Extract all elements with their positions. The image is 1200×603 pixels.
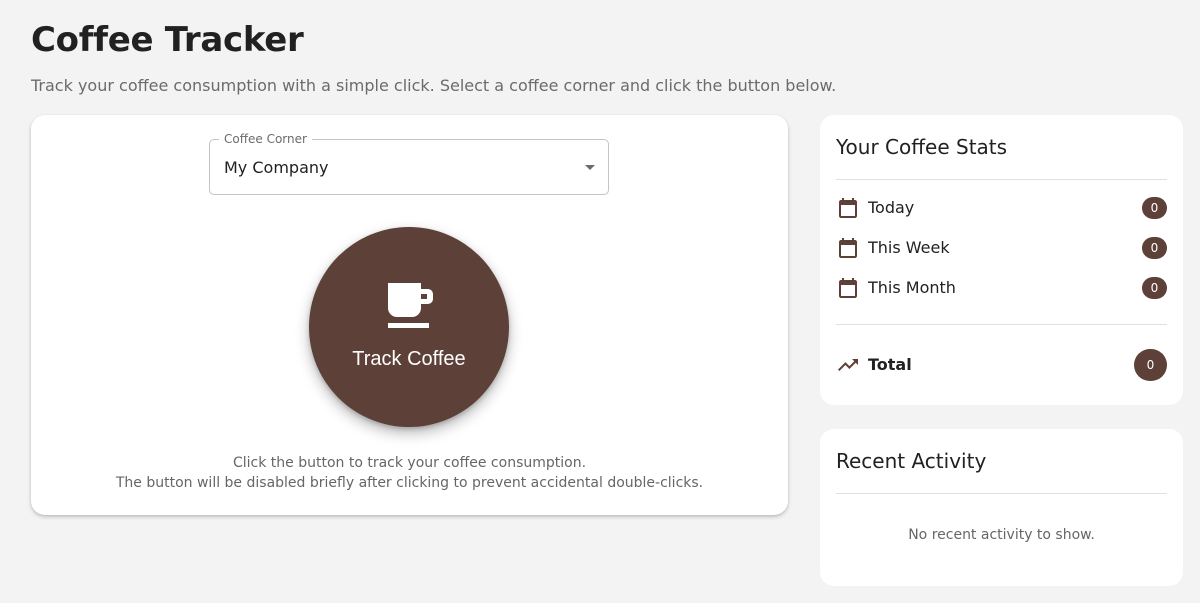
- calendar-icon: [839, 278, 857, 298]
- count-badge: 0: [1142, 277, 1167, 299]
- track-coffee-label: Track Coffee: [352, 348, 466, 370]
- count-badge: 0: [1142, 237, 1167, 259]
- stat-label: This Week: [868, 238, 950, 257]
- stat-row-total: Total 0: [836, 349, 1167, 381]
- count-badge: 0: [1142, 197, 1167, 219]
- calendar-icon: [839, 198, 857, 218]
- dropdown-caret-icon: [585, 165, 595, 170]
- page: Coffee Tracker Track your coffee consump…: [0, 0, 1200, 603]
- track-coffee-button[interactable]: Track Coffee: [309, 227, 509, 427]
- help-text-line: The button will be disabled briefly afte…: [115, 475, 704, 491]
- stat-label: Total: [868, 355, 912, 374]
- divider: [836, 493, 1167, 494]
- trending-up-icon: [838, 359, 858, 371]
- stat-row-today: Today 0: [836, 194, 1167, 222]
- stat-label: This Month: [868, 278, 956, 297]
- activity-card: Recent Activity No recent activity to sh…: [820, 429, 1183, 586]
- stat-row-this-week: This Week 0: [836, 234, 1167, 262]
- calendar-icon: [839, 238, 857, 258]
- help-text: Click the button to track your coffee co…: [31, 453, 788, 493]
- coffee-corner-value: My Company: [224, 158, 329, 177]
- coffee-corner-select[interactable]: Coffee Corner My Company: [209, 132, 609, 195]
- count-badge: 0: [1134, 349, 1167, 381]
- coffee-cup-icon: [388, 283, 433, 328]
- stats-title: Your Coffee Stats: [836, 135, 1008, 159]
- activity-title: Recent Activity: [836, 449, 987, 473]
- stats-card: Your Coffee Stats Today 0 This Week 0 Th…: [820, 115, 1183, 405]
- page-title: Coffee Tracker: [31, 20, 304, 60]
- page-subtitle: Track your coffee consumption with a sim…: [31, 76, 837, 95]
- stat-row-this-month: This Month 0: [836, 274, 1167, 302]
- coffee-corner-label: Coffee Corner: [219, 132, 312, 146]
- help-text-line: Click the button to track your coffee co…: [232, 455, 587, 471]
- stat-label: Today: [868, 198, 915, 217]
- divider: [836, 324, 1167, 325]
- divider: [836, 179, 1167, 180]
- empty-activity-message: No recent activity to show.: [908, 527, 1095, 543]
- tracker-card: Coffee Corner My Company Track Coffee Cl…: [31, 115, 788, 515]
